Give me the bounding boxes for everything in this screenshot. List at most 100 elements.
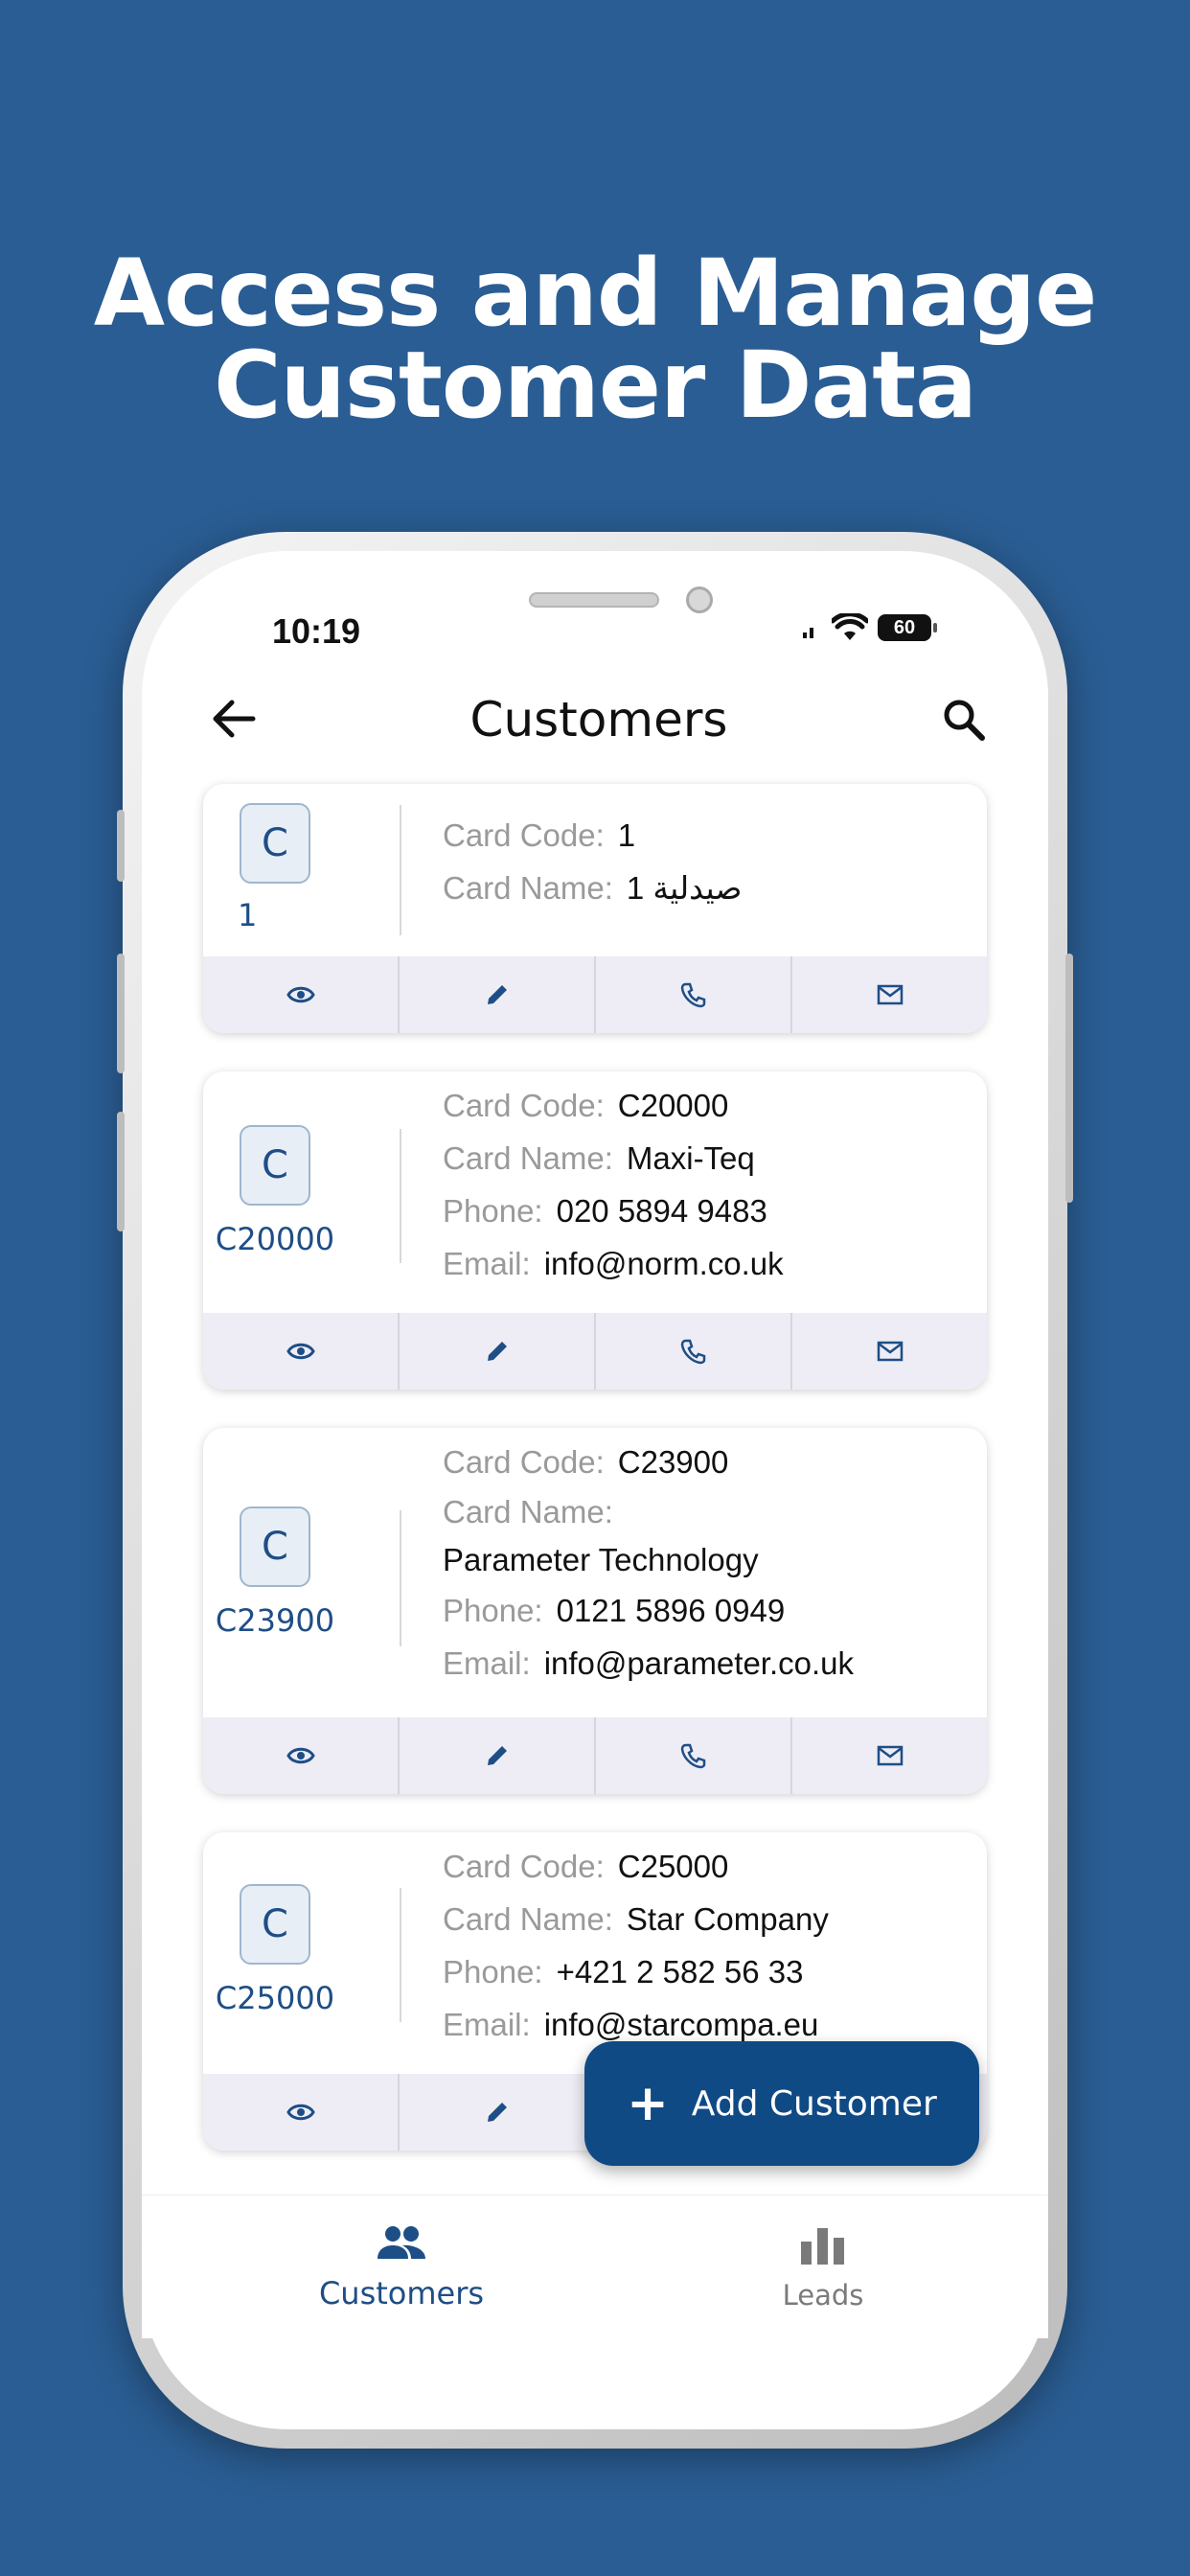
edit-icon (487, 2103, 507, 2122)
battery-icon: 60 (878, 614, 937, 641)
edit-icon (487, 1746, 507, 1765)
card-code-row: Card Code: 1 (443, 817, 636, 853)
app-bar: Customers (211, 692, 987, 748)
phone-camera (686, 586, 713, 613)
bottom-nav: Customers Leads (142, 2195, 1048, 2338)
headline-line-1: Access and Manage (93, 240, 1097, 347)
promo-headline: Access and Manage Customer Data (0, 247, 1190, 431)
phone-side-button (117, 810, 125, 882)
phone-row: Phone: 0121 5896 0949 (443, 1593, 786, 1628)
phone-icon (680, 1743, 705, 1769)
nav-item-leads[interactable]: Leads (698, 2224, 948, 2312)
edit-button[interactable] (400, 2074, 596, 2150)
edit-button[interactable] (400, 956, 596, 1033)
call-button[interactable] (596, 956, 792, 1033)
customer-avatar: C (240, 803, 310, 884)
card-code-value: C25000 (617, 1849, 729, 1884)
card-action-bar (203, 1313, 987, 1390)
card-divider (400, 1510, 401, 1646)
view-button[interactable] (203, 1717, 400, 1794)
card-code-row: Card Code: C25000 (443, 1849, 729, 1884)
customer-avatar: C (240, 1125, 310, 1206)
card-code-value: C20000 (617, 1088, 729, 1123)
phone-row: Phone: +421 2 582 56 33 (443, 1954, 804, 1990)
phone-volume-up-button (117, 954, 125, 1073)
status-time: 10:19 (272, 611, 361, 651)
email-row: Email: info@parameter.co.uk (443, 1645, 855, 1681)
customer-avatar: C (240, 1506, 310, 1587)
call-button[interactable] (596, 1313, 792, 1390)
view-button[interactable] (203, 1313, 400, 1390)
view-icon (286, 1343, 315, 1360)
edit-icon (487, 1342, 507, 1361)
wifi-icon (832, 613, 868, 640)
email-value: info@starcompa.eu (543, 2007, 819, 2042)
nav-item-customers[interactable]: Customers (277, 2224, 526, 2312)
edit-button[interactable] (400, 1313, 596, 1390)
mail-icon (877, 1341, 903, 1362)
email-value: info@norm.co.uk (543, 1246, 784, 1281)
signal-icon (803, 617, 822, 638)
phone-volume-down-button (117, 1112, 125, 1231)
customer-avatar-code: C23900 (215, 1602, 335, 1639)
card-name-row: Card Name: Star Company (443, 1901, 829, 1937)
edit-icon (487, 985, 507, 1004)
phone-icon (680, 982, 705, 1008)
card-name-value: Parameter Technology (443, 1542, 759, 1577)
call-button[interactable] (596, 1717, 792, 1794)
card-action-bar (203, 956, 987, 1033)
view-button[interactable] (203, 956, 400, 1033)
bar-chart-icon (801, 2228, 844, 2265)
phone-row: Phone: 020 5894 9483 (443, 1193, 767, 1229)
card-divider (400, 805, 401, 935)
nav-label-leads: Leads (782, 2279, 864, 2312)
people-icon (378, 2226, 425, 2259)
card-name-row: Card Name: Maxi-Teq (443, 1140, 755, 1176)
phone-value: 020 5894 9483 (556, 1193, 767, 1229)
card-name-value: صيدلية 1 (626, 870, 743, 906)
status-icons: 60 (803, 613, 937, 642)
view-button[interactable] (203, 2074, 400, 2150)
phone-power-button (1065, 954, 1073, 1203)
email-button[interactable] (792, 1717, 987, 1794)
back-arrow-icon[interactable] (211, 698, 257, 740)
customer-card[interactable]: C C23900 Card Code: C23900 Card Name: Par… (203, 1428, 987, 1794)
customer-avatar-code: 1 (238, 897, 258, 933)
view-icon (286, 986, 315, 1003)
email-button[interactable] (792, 1313, 987, 1390)
phone-value: +421 2 582 56 33 (556, 1954, 804, 1990)
card-name-value-row: Parameter Technology (443, 1536, 968, 1584)
card-name-value: Star Company (626, 1901, 829, 1937)
add-customer-button[interactable]: + Add Customer (584, 2041, 979, 2166)
nav-label-customers: Customers (318, 2275, 485, 2312)
view-icon (286, 2104, 315, 2121)
phone-value: 0121 5896 0949 (556, 1593, 786, 1628)
headline-line-2: Customer Data (214, 332, 977, 439)
mail-icon (877, 1745, 903, 1766)
phone-icon (680, 1339, 705, 1365)
card-code-row: Card Code: C23900 (443, 1444, 729, 1480)
card-code-value: 1 (617, 817, 636, 853)
email-row: Email: info@norm.co.uk (443, 1246, 784, 1281)
customer-avatar: C (240, 1884, 310, 1965)
customer-card[interactable]: C 1 Card Code: 1 Card Name: صيدلية 1 (203, 784, 987, 1033)
customer-avatar-code: C25000 (215, 1980, 335, 2016)
mail-icon (877, 984, 903, 1005)
card-divider (400, 1888, 401, 2022)
plus-icon: + (627, 2075, 669, 2132)
card-action-bar (203, 1717, 987, 1794)
phone-speaker (529, 592, 659, 608)
card-divider (400, 1129, 401, 1263)
customer-avatar-code: C20000 (215, 1221, 335, 1257)
email-value: info@parameter.co.uk (543, 1645, 855, 1681)
card-name-row: Card Name: صيدلية 1 (443, 870, 743, 906)
search-icon[interactable] (941, 698, 987, 742)
card-code-value: C23900 (617, 1444, 729, 1480)
email-button[interactable] (792, 956, 987, 1033)
card-name-row: Card Name: (443, 1494, 613, 1530)
page-title: Customers (469, 692, 728, 748)
edit-button[interactable] (400, 1717, 596, 1794)
view-icon (286, 1747, 315, 1764)
customer-card[interactable]: C C20000 Card Code: C20000 Card Name: Maxi… (203, 1071, 987, 1390)
card-code-row: Card Code: C20000 (443, 1088, 729, 1123)
